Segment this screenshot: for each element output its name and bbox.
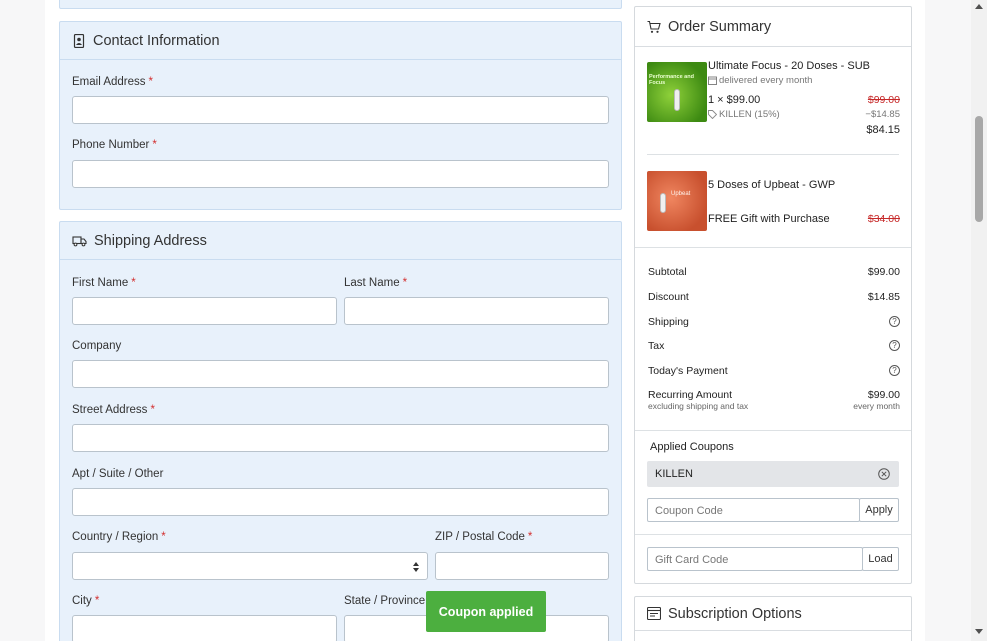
item-original-price: $34.00 <box>867 213 900 225</box>
phone-field[interactable] <box>72 160 609 188</box>
item-name: 5 Doses of Upbeat - GWP <box>708 179 836 191</box>
discount-value: $14.85 <box>867 291 900 303</box>
recurring-label: Recurring Amount <box>648 389 733 401</box>
cart-icon <box>647 20 661 33</box>
shipping-label: Shipping <box>648 316 689 328</box>
tax-label: Tax <box>648 340 665 352</box>
product-image-upbeat: Upbeat <box>647 171 707 231</box>
contact-panel-title: Contact Information <box>93 32 220 49</box>
scroll-thumb[interactable] <box>975 116 983 222</box>
coupon-applied-toast: Coupon applied <box>426 591 546 632</box>
subscription-icon <box>647 607 661 620</box>
select-arrows-icon <box>413 562 419 572</box>
page-scrollbar[interactable] <box>971 0 987 641</box>
shipping-panel-title: Shipping Address <box>94 232 207 249</box>
state-label: State / Province <box>344 595 426 607</box>
street-label: Street Address * <box>72 404 155 416</box>
zip-field[interactable] <box>435 552 609 580</box>
load-gift-card-button[interactable]: Load <box>862 547 899 571</box>
product-image-caption: Performance and Focus <box>649 74 694 86</box>
contact-card-icon <box>73 33 85 48</box>
apply-coupon-button[interactable]: Apply <box>859 498 899 522</box>
item-discount: −$14.85 <box>865 109 900 120</box>
calendar-icon <box>708 76 717 85</box>
todays-payment-help-icon[interactable]: ? <box>889 365 900 376</box>
product-image-ultimate-focus: Performance and Focus <box>647 62 707 122</box>
email-field[interactable] <box>72 96 609 124</box>
subscription-options-panel: Subscription Options <box>634 596 912 641</box>
email-label: Email Address * <box>72 76 153 88</box>
scroll-up-arrow-icon[interactable] <box>975 4 983 9</box>
company-field[interactable] <box>72 360 609 388</box>
order-summary-panel: Order Summary Performance and Focus Ulti… <box>634 6 912 584</box>
previous-panel <box>59 0 622 9</box>
item-qty-price: 1 × $99.00 <box>708 94 761 106</box>
phone-label: Phone Number * <box>72 139 157 151</box>
todays-payment-label: Today's Payment <box>648 365 728 377</box>
summary-divider <box>635 247 911 248</box>
coupon-divider <box>635 534 911 535</box>
street-field[interactable] <box>72 424 609 452</box>
product-image-caption: Upbeat <box>671 191 691 197</box>
city-label: City * <box>72 595 100 607</box>
gift-card-placeholder: Gift Card Code <box>655 554 729 566</box>
country-select[interactable] <box>72 552 428 580</box>
country-label: Country / Region * <box>72 531 166 543</box>
shipping-panel-header: Shipping Address <box>60 222 621 260</box>
recurring-value: $99.00 <box>867 389 900 401</box>
city-field[interactable] <box>72 615 337 641</box>
item-name: Ultimate Focus - 20 Doses - SUB <box>708 60 870 72</box>
subtotal-value: $99.00 <box>867 266 900 278</box>
recurring-sub: excluding shipping and tax <box>648 401 749 411</box>
subtotal-label: Subtotal <box>648 266 687 278</box>
recurring-period: every month <box>853 401 900 411</box>
applied-coupon-chip: KILLEN <box>647 461 899 487</box>
tag-icon <box>708 110 717 119</box>
scroll-down-arrow-icon[interactable] <box>975 629 983 634</box>
discount-label: Discount <box>648 291 689 303</box>
coupon-code-input[interactable]: Coupon Code <box>647 498 860 522</box>
first-name-label: First Name * <box>72 277 136 289</box>
item-original-price: $99.00 <box>867 94 900 106</box>
contact-panel: Contact Information Email Address * Phone… <box>59 21 622 210</box>
item-coupon-note: KILLEN (15%) <box>719 109 780 120</box>
item-gift-note: FREE Gift with Purchase <box>708 213 830 225</box>
checkout-page: Contact Information Email Address * Phone… <box>45 0 925 641</box>
applied-coupon-code: KILLEN <box>655 468 693 480</box>
vial-shape <box>674 89 680 111</box>
item-divider <box>647 154 899 155</box>
applied-coupons-title: Applied Coupons <box>650 441 734 453</box>
apt-label: Apt / Suite / Other <box>72 468 164 480</box>
item-frequency: delivered every month <box>719 75 813 86</box>
order-summary-header: Order Summary <box>635 7 911 47</box>
apt-field[interactable] <box>72 488 609 516</box>
last-name-label: Last Name * <box>344 277 408 289</box>
zip-label: ZIP / Postal Code * <box>435 531 533 543</box>
subscription-options-title: Subscription Options <box>668 605 802 622</box>
company-label: Company <box>72 340 122 352</box>
contact-panel-header: Contact Information <box>60 22 621 60</box>
shipping-panel: Shipping Address First Name * Last Name * … <box>59 221 622 641</box>
remove-coupon-icon[interactable] <box>878 468 890 480</box>
item-final-price: $84.15 <box>866 124 900 136</box>
subscription-options-header: Subscription Options <box>635 597 911 631</box>
last-name-field[interactable] <box>344 297 609 325</box>
first-name-field[interactable] <box>72 297 337 325</box>
order-summary-title: Order Summary <box>668 18 772 35</box>
shipping-help-icon[interactable]: ? <box>889 316 900 327</box>
truck-icon <box>72 235 87 246</box>
vial-shape <box>660 193 666 213</box>
tax-help-icon[interactable]: ? <box>889 340 900 351</box>
gift-card-input[interactable]: Gift Card Code <box>647 547 863 571</box>
totals-divider <box>635 430 911 431</box>
coupon-code-placeholder: Coupon Code <box>655 505 723 517</box>
